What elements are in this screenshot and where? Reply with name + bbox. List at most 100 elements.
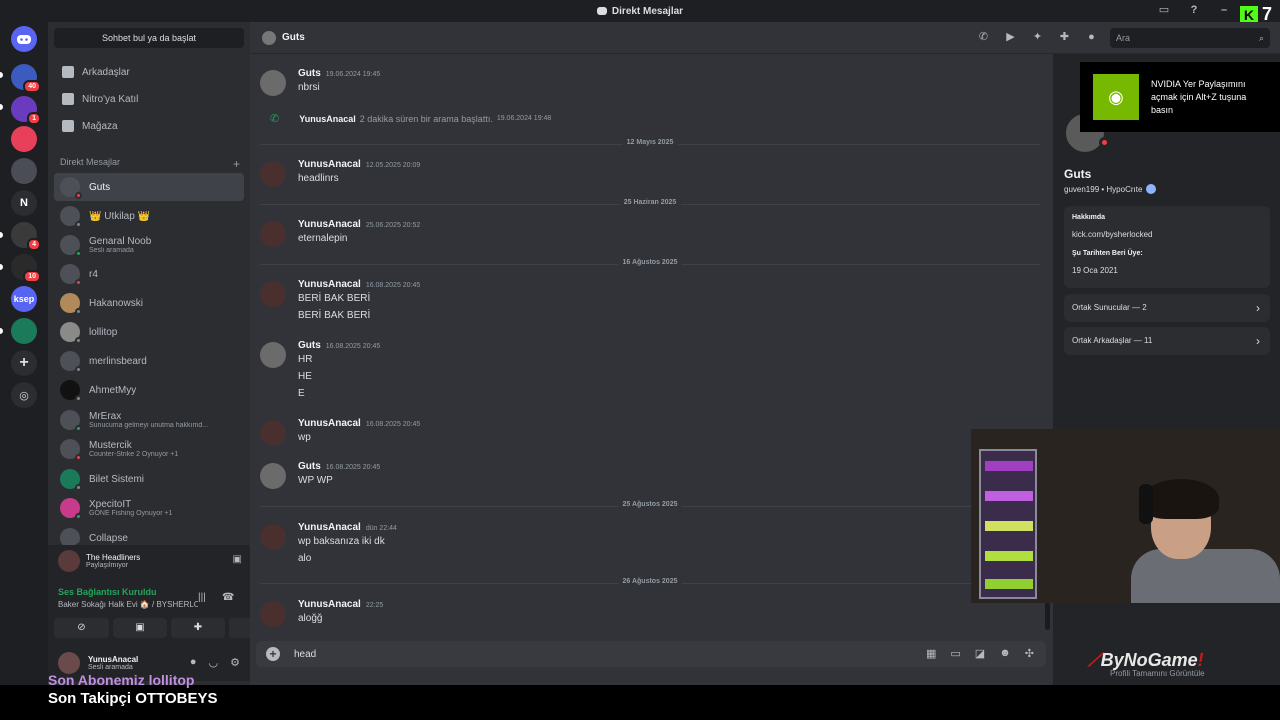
settings-gear-icon[interactable]: ⚙ — [230, 656, 240, 669]
avatar[interactable] — [260, 463, 286, 489]
dm-name: merlinsbeard — [89, 355, 147, 367]
dm-activity: Sesli aramada — [89, 247, 134, 254]
user-profile-icon[interactable]: ● — [1085, 31, 1098, 44]
user-avatar[interactable] — [58, 652, 80, 674]
avatar[interactable] — [260, 221, 286, 247]
avatar[interactable] — [260, 601, 286, 627]
gift-icon[interactable]: ▦ — [926, 647, 936, 660]
nvidia-logo-icon: ◉ — [1093, 74, 1139, 120]
last-follower-text: Son Takipçi OTTOBEYS — [48, 690, 218, 707]
server-icon[interactable]: ksep — [11, 286, 37, 312]
server-icon[interactable]: N — [11, 190, 37, 216]
video-call-icon[interactable]: ▶ — [1004, 31, 1017, 44]
dm-item-bilet-sistemi[interactable]: Bilet Sistemi — [54, 465, 244, 493]
headphones-icon[interactable]: ◡ — [209, 656, 219, 669]
activities-button[interactable]: ✚ — [171, 618, 225, 638]
microphone-icon[interactable]: ● — [190, 656, 197, 669]
search-icon: ⌕ — [1258, 33, 1264, 43]
system-author[interactable]: YunusAnacal — [299, 114, 356, 124]
home-button[interactable] — [11, 26, 37, 52]
help-icon[interactable]: ? — [1188, 4, 1200, 16]
minimize-icon[interactable]: – — [1218, 4, 1230, 16]
message-author[interactable]: YunusAnacal — [298, 522, 361, 533]
stream-status: Paylaşılmıyor — [86, 562, 129, 569]
mutual-servers-row[interactable]: Ortak Sunucular — 2 › — [1064, 294, 1270, 322]
share-screen-button[interactable]: ▣ — [113, 618, 167, 638]
message-author[interactable]: YunusAnacal — [298, 219, 361, 230]
dm-item-hakanowski[interactable]: Hakanowski — [54, 289, 244, 317]
message-composer[interactable]: + head ▦ ▭ ◪ ☻ ✣ — [256, 641, 1046, 667]
message-input[interactable]: head — [294, 649, 316, 660]
dm-item-mustercik[interactable]: Mustercik Counter-Strike 2 Oynuyor +1 — [54, 435, 244, 463]
server-icon[interactable] — [11, 318, 37, 344]
explore-icon[interactable]: ◎ — [11, 382, 37, 408]
attach-plus-icon[interactable]: + — [266, 647, 280, 661]
message-author[interactable]: Guts — [298, 340, 321, 351]
avatar[interactable] — [260, 524, 286, 550]
brand-text: ByNoGame — [1100, 650, 1198, 670]
user-status: Sesli aramada — [88, 664, 133, 671]
dm-item-lollitop[interactable]: lollitop — [54, 318, 244, 346]
avatar[interactable] — [260, 161, 286, 187]
message-author[interactable]: Guts — [298, 461, 321, 472]
about-link[interactable]: kick.com/bysherlocked — [1072, 230, 1152, 239]
message-author[interactable]: YunusAnacal — [298, 279, 361, 290]
server-icon[interactable]: 10 — [11, 254, 41, 283]
server-icon[interactable] — [11, 158, 37, 184]
avatar[interactable] — [260, 342, 286, 368]
headset-image — [1139, 484, 1153, 524]
dm-item-guts[interactable]: Guts — [54, 173, 244, 201]
add-friends-icon[interactable]: ✚ — [1058, 31, 1071, 44]
profile-info-card: Hakkımda kick.com/bysherlocked Şu Tariht… — [1064, 206, 1270, 288]
voice-connected-status[interactable]: Ses Bağlantısı Kuruldu — [58, 587, 157, 597]
nav-friends[interactable]: Arkadaşlar — [54, 60, 244, 84]
server-icon[interactable]: 4 — [11, 222, 41, 251]
voice-call-icon[interactable]: ✆ — [977, 31, 990, 44]
dm-item-utkilap[interactable]: 👑 Utkilap 👑 — [54, 202, 244, 230]
server-icon[interactable]: 40 — [11, 64, 41, 93]
message-author[interactable]: YunusAnacal — [298, 159, 361, 170]
noise-suppression-icon[interactable]: ||| — [198, 592, 206, 603]
system-message: ✆ YunusAnacal 2 dakika süren bir arama b… — [270, 112, 551, 125]
find-conversation-button[interactable]: Sohbet bul ya da başlat — [54, 28, 244, 48]
disconnect-icon[interactable]: ☎ — [222, 592, 234, 603]
dm-item-genaral-noob[interactable]: Genaral Noob Sesli aramada — [54, 231, 244, 259]
emoji-icon[interactable]: ☻ — [999, 647, 1011, 660]
message-author[interactable]: YunusAnacal — [298, 599, 361, 610]
profile-name: Guts — [1064, 167, 1092, 181]
camera-off-button[interactable]: ⊘ — [54, 618, 109, 638]
pin-icon[interactable]: ✦ — [1031, 31, 1044, 44]
date-label: 25 Ağustos 2025 — [618, 501, 682, 508]
search-input[interactable]: Ara ⌕ — [1110, 28, 1270, 48]
dm-item-mrerax[interactable]: MrErax Sunucuma gelmeyi unutma hakkımd... — [54, 406, 244, 434]
dm-item-xpecitoit[interactable]: XpecitoIT GONE Fishing Oynuyor +1 — [54, 494, 244, 522]
message-time: 19.06.2024 19:45 — [325, 71, 381, 78]
dm-item-r4[interactable]: r4 — [54, 260, 244, 288]
member-since-label: Şu Tarihten Beri Üye: — [1072, 250, 1143, 257]
nav-nitro[interactable]: Nitro'ya Katıl — [54, 87, 244, 111]
avatar[interactable] — [260, 281, 286, 307]
add-server-icon[interactable]: + — [11, 350, 37, 376]
sticker-icon[interactable]: ◪ — [975, 647, 985, 660]
date-divider: 26 Ağustos 2025 — [260, 578, 1040, 585]
status-offline-icon — [75, 395, 82, 402]
dm-item-merlinsbeard[interactable]: merlinsbeard — [54, 347, 244, 375]
dm-item-ahmetmyy[interactable]: AhmetMyy — [54, 376, 244, 404]
mutual-friends-row[interactable]: Ortak Arkadaşlar — 11 › — [1064, 327, 1270, 355]
nav-shop[interactable]: Mağaza — [54, 114, 244, 138]
message-author[interactable]: YunusAnacal — [298, 418, 361, 429]
add-dm-button[interactable]: + — [233, 157, 240, 171]
apps-icon[interactable]: ✣ — [1025, 647, 1034, 660]
mutual-servers-label: Ortak Sunucular — 2 — [1072, 303, 1147, 312]
avatar[interactable] — [260, 70, 286, 96]
avatar[interactable] — [260, 420, 286, 446]
server-icon[interactable] — [11, 126, 37, 152]
message-author[interactable]: Guts — [298, 68, 321, 79]
chat-scrollbar[interactable] — [1045, 602, 1050, 630]
inbox-icon[interactable]: ▭ — [1158, 4, 1170, 16]
unread-pill — [0, 328, 3, 334]
screen-share-icon[interactable]: ▣ — [233, 554, 242, 565]
server-icon[interactable]: 1 — [11, 96, 41, 125]
voice-channel-name[interactable]: Baker Sokağı Halk Evi 🏠 / BYSHERLO... — [58, 600, 198, 609]
gif-icon[interactable]: ▭ — [950, 647, 960, 660]
